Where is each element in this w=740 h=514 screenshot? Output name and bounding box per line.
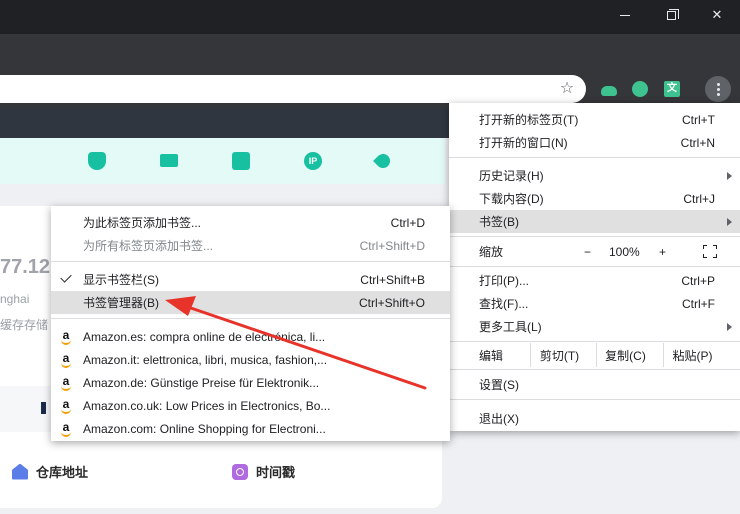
gear-extension-icon[interactable] — [630, 79, 650, 99]
chrome-main-menu: 打开新的标签页(T) Ctrl+T 打开新的窗口(N) Ctrl+N 历史记录(… — [449, 103, 740, 431]
check-icon — [60, 271, 72, 283]
menu-divider — [449, 157, 740, 158]
bookmark-item[interactable]: a Amazon.it: elettronica, libri, musica,… — [51, 348, 450, 371]
menu-item-new-tab[interactable]: 打开新的标签页(T) Ctrl+T — [449, 108, 740, 131]
submenu-arrow-icon — [727, 218, 732, 226]
minimize-icon — [620, 14, 630, 16]
menu-item-downloads[interactable]: 下载内容(D) Ctrl+J — [449, 187, 740, 210]
minimize-button[interactable] — [602, 0, 648, 30]
cache-text: 缓存存储 — [0, 318, 49, 332]
close-icon: ✕ — [711, 7, 723, 22]
menu-item-exit[interactable]: 退出(X) — [449, 407, 740, 430]
menu-divider — [449, 236, 740, 237]
submenu-arrow-icon — [727, 172, 732, 180]
fullscreen-icon[interactable] — [703, 245, 717, 258]
section-marker — [41, 402, 46, 414]
menu-edit-row: 编辑 剪切(T) 复制(C) 粘贴(P) — [449, 343, 740, 367]
warehouse-item[interactable]: 仓库地址 — [12, 462, 88, 481]
amazon-icon: a — [59, 398, 73, 414]
bookmark-this-tab-item[interactable]: 为此标签页添加书签... Ctrl+D — [51, 211, 450, 234]
menu-item-settings[interactable]: 设置(S) — [449, 373, 740, 396]
menu-item-find[interactable]: 查找(F)... Ctrl+F — [449, 292, 740, 315]
amazon-icon: a — [59, 352, 73, 368]
bookmark-all-tabs-item[interactable]: 为所有标签页添加书签... Ctrl+Shift+D — [51, 234, 450, 257]
timestamp-item[interactable]: 时间戳 — [232, 462, 295, 481]
menu-divider — [449, 341, 740, 342]
window-icon[interactable] — [232, 152, 250, 170]
translate-icon[interactable]: 文 — [662, 79, 682, 99]
menu-divider — [449, 369, 740, 370]
ip-icon[interactable]: IP — [304, 152, 322, 170]
show-bookmarks-bar-item[interactable]: 显示书签栏(S) Ctrl+Shift+B — [51, 268, 450, 291]
menu-item-history[interactable]: 历史记录(H) — [449, 164, 740, 187]
clock-icon — [232, 463, 248, 480]
cut-button[interactable]: 剪切(T) — [530, 343, 588, 367]
submenu-arrow-icon — [727, 323, 732, 331]
copy-button[interactable]: 复制(C) — [596, 343, 654, 367]
menu-divider — [51, 261, 450, 262]
home-icon — [12, 463, 28, 480]
timestamp-label: 时间戳 — [256, 465, 296, 480]
address-bar[interactable] — [0, 75, 586, 103]
shield-icon[interactable] — [88, 152, 106, 170]
bookmark-star-icon[interactable]: ☆ — [558, 80, 576, 98]
restore-icon — [666, 8, 679, 20]
menu-divider — [449, 399, 740, 400]
zoom-in-button[interactable]: + — [659, 245, 666, 259]
menu-divider — [51, 318, 450, 319]
cloud-upload-icon[interactable] — [599, 79, 619, 99]
ip-address-text: 77.12 — [0, 256, 51, 278]
location-text: nghai — [0, 292, 30, 306]
menu-item-bookmarks[interactable]: 书签(B) — [449, 210, 740, 233]
maximize-button[interactable] — [648, 0, 694, 30]
menu-divider — [449, 266, 740, 267]
close-button[interactable]: ✕ — [694, 0, 740, 30]
amazon-icon: a — [59, 375, 73, 391]
bookmark-item[interactable]: a Amazon.com: Online Shopping for Electr… — [51, 417, 450, 440]
chrome-menu-button[interactable] — [705, 76, 731, 102]
bookmark-manager-item[interactable]: 书签管理器(B) Ctrl+Shift+O — [51, 291, 450, 314]
warehouse-label: 仓库地址 — [36, 465, 89, 480]
menu-item-print[interactable]: 打印(P)... Ctrl+P — [449, 269, 740, 292]
bookmark-item[interactable]: a Amazon.de: Günstige Preise für Elektro… — [51, 371, 450, 394]
amazon-icon: a — [59, 329, 73, 345]
paste-button[interactable]: 粘贴(P) — [663, 343, 721, 367]
menu-item-more-tools[interactable]: 更多工具(L) — [449, 315, 740, 338]
amazon-icon: a — [59, 421, 73, 437]
bookmark-item[interactable]: a Amazon.co.uk: Low Prices in Electronic… — [51, 394, 450, 417]
bookmark-item[interactable]: a Amazon.es: compra online de electrónic… — [51, 325, 450, 348]
menu-item-zoom: 缩放 − 100% + — [449, 240, 740, 263]
bookmarks-submenu: 为此标签页添加书签... Ctrl+D 为所有标签页添加书签... Ctrl+S… — [51, 206, 450, 441]
zoom-out-button[interactable]: − — [584, 245, 591, 259]
zoom-level: 100% — [609, 244, 640, 259]
tab-strip — [0, 34, 740, 68]
menu-item-new-window[interactable]: 打开新的窗口(N) Ctrl+N — [449, 131, 740, 154]
monitor-icon[interactable] — [160, 154, 178, 167]
